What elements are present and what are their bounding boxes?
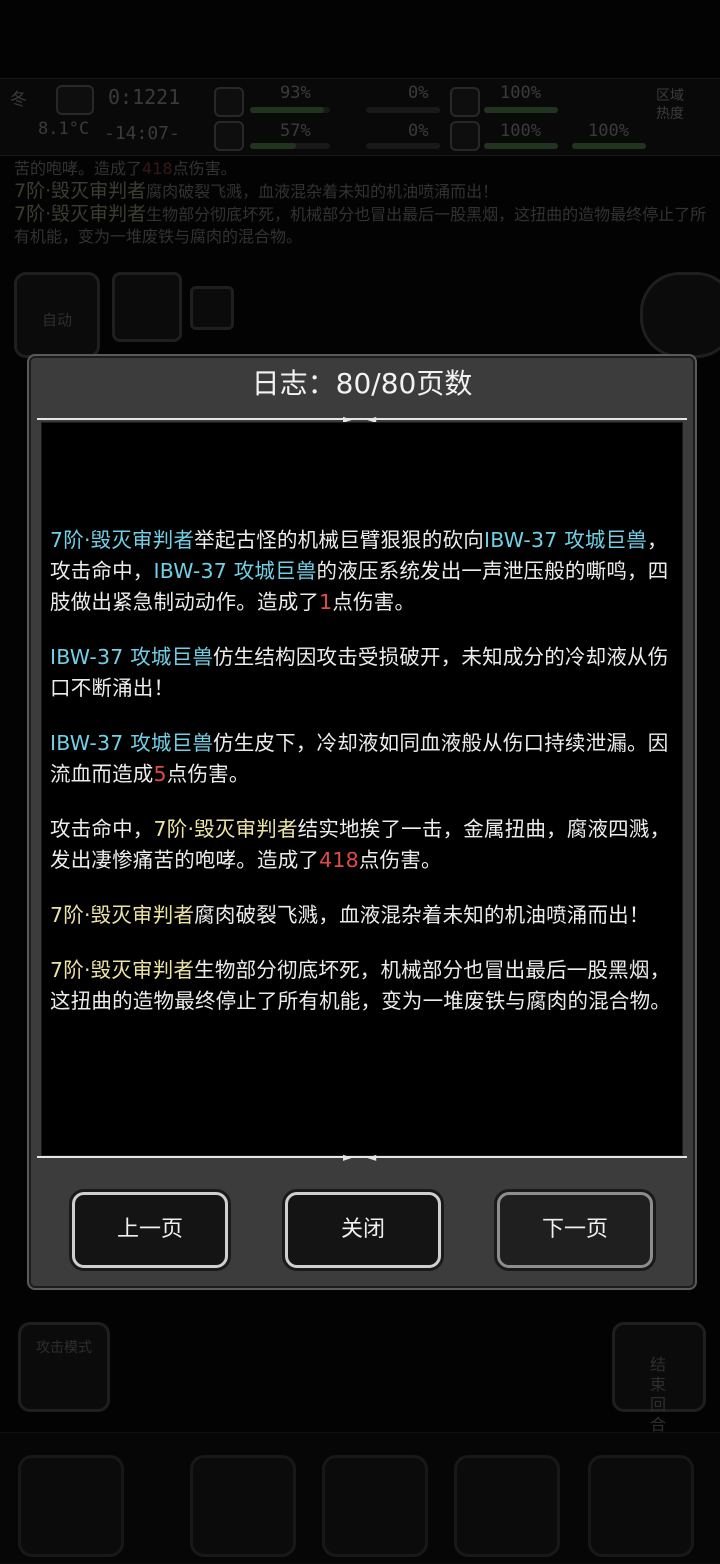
damage-value: 418 [319, 848, 359, 872]
damage-value: 5 [153, 762, 167, 786]
actor-name: IBW-37 攻城巨兽 [483, 528, 648, 552]
log-content[interactable]: 7阶·毁灭审判者举起古怪的机械巨臂狠狠的砍向IBW-37 攻城巨兽，攻击命中，I… [41, 422, 683, 1156]
bottom-divider: ► ◄ [37, 1150, 687, 1164]
log-text: 点伤害。 [332, 590, 416, 614]
log-entry: 7阶·毁灭审判者举起古怪的机械巨臂狠狠的砍向IBW-37 攻城巨兽，攻击命中，I… [50, 525, 675, 618]
actor-name: IBW-37 攻城巨兽 [50, 731, 214, 755]
actor-name: IBW-37 攻城巨兽 [153, 559, 317, 583]
log-entry: 7阶·毁灭审判者腐肉破裂飞溅，血液混杂着未知的机油喷涌而出！ [50, 900, 675, 931]
dialog-title: 日志：80/80页数 [251, 367, 473, 400]
log-text: 攻击命中， [50, 817, 154, 841]
log-text: 点伤害。 [358, 848, 442, 872]
log-text: 腐肉破裂飞溅，血液混杂着未知的机油喷涌而出！ [194, 903, 650, 927]
log-entry: 7阶·毁灭审判者生物部分彻底坏死，机械部分也冒出最后一股黑烟，这扭曲的造物最终停… [50, 955, 675, 1017]
arrow-right-icon: ► [343, 1150, 353, 1164]
prev-page-button[interactable]: 上一页 [72, 1192, 228, 1268]
actor-name: 7阶·毁灭审判者 [50, 528, 195, 552]
log-entry: IBW-37 攻城巨兽仿生皮下，冷却液如同血液般从伤口持续泄漏。因流血而造成5点… [50, 728, 675, 790]
damage-value: 1 [319, 590, 333, 614]
log-text: 举起古怪的机械巨臂狠狠的砍向 [194, 528, 484, 552]
log-entry: IBW-37 攻城巨兽仿生结构因攻击受损破开，未知成分的冷却液从伤口不断涌出！ [50, 642, 675, 704]
actor-name: IBW-37 攻城巨兽 [50, 645, 214, 669]
log-entries: 7阶·毁灭审判者举起古怪的机械巨臂狠狠的砍向IBW-37 攻城巨兽，攻击命中，I… [50, 525, 675, 1041]
log-entry: 攻击命中，7阶·毁灭审判者结实地挨了一击，金属扭曲，腐液四溅，发出凄惨痛苦的咆哮… [50, 814, 675, 876]
actor-name: 7阶·毁灭审判者 [50, 958, 195, 982]
next-page-button[interactable]: 下一页 [497, 1192, 653, 1268]
log-text: 点伤害。 [166, 762, 250, 786]
actor-name: 7阶·毁灭审判者 [50, 903, 195, 927]
close-button[interactable]: 关闭 [285, 1192, 441, 1268]
actor-name: 7阶·毁灭审判者 [153, 817, 298, 841]
log-dialog: 日志：80/80页数 ► ◄ 7阶·毁灭审判者举起古怪的机械巨臂狠狠的砍向IBW… [27, 354, 697, 1290]
arrow-left-icon: ◄ [367, 1150, 377, 1164]
